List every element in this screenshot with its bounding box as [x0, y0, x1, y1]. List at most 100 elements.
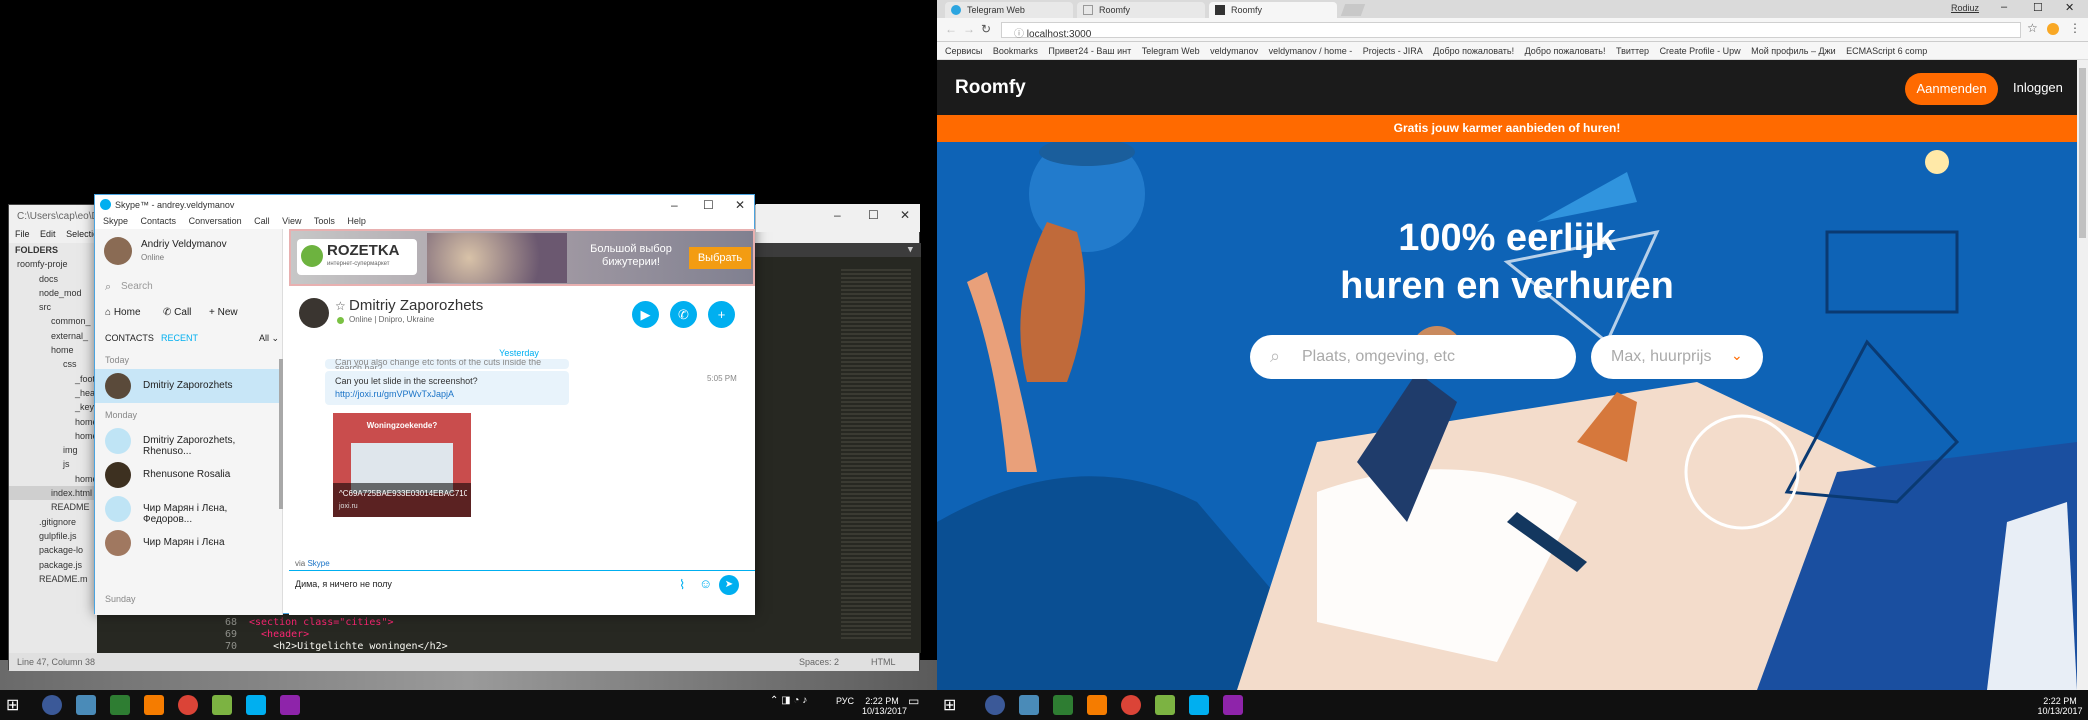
bookmark-item[interactable]: Твиттер: [1616, 46, 1649, 56]
emoji-icon[interactable]: ☺: [699, 576, 712, 591]
tree-item[interactable]: js: [9, 457, 97, 471]
new-tab-button[interactable]: [1340, 4, 1366, 16]
reload-icon[interactable]: ↻: [981, 22, 991, 36]
bookmark-item[interactable]: Telegram Web: [1142, 46, 1200, 56]
filter-all[interactable]: All ⌄: [259, 333, 279, 344]
tree-item[interactable]: node_mod: [9, 286, 97, 300]
location-search-input[interactable]: ⌕ Plaats, omgeving, etc: [1250, 335, 1576, 379]
minimap[interactable]: [841, 269, 911, 639]
forward-icon[interactable]: →: [963, 22, 975, 36]
tray-language[interactable]: РУС: [836, 696, 854, 706]
max-price-select[interactable]: Max, huurprijs ⌄: [1591, 335, 1763, 379]
search-input[interactable]: Search: [121, 277, 271, 297]
bookmark-item[interactable]: Добро пожаловать!: [1525, 46, 1606, 56]
tree-item[interactable]: docs: [9, 272, 97, 286]
tab-roomfy[interactable]: Roomfy: [1077, 2, 1205, 18]
profile-status[interactable]: Online: [141, 253, 164, 262]
message-link[interactable]: http://joxi.ru/gmVPWvTxJapjA: [335, 389, 559, 399]
tree-item[interactable]: css: [9, 357, 97, 371]
bookmark-item[interactable]: veldymanov / home -: [1269, 46, 1353, 56]
contact-item[interactable]: Чир Марян і Лєна, Федоров...: [95, 492, 279, 526]
status-language[interactable]: HTML: [871, 657, 896, 667]
menu-skype[interactable]: Skype: [103, 216, 128, 226]
audio-call-button[interactable]: ✆: [670, 301, 697, 328]
tree-item[interactable]: roomfy-proje: [9, 257, 97, 271]
app-icon[interactable]: [1019, 695, 1039, 715]
minimize-icon[interactable]: –: [834, 208, 841, 222]
tree-item[interactable]: .gitignore: [9, 515, 97, 529]
tree-item[interactable]: img: [9, 443, 97, 457]
contact-item[interactable]: Dmitriy Zaporozhets, Rhenuso...: [95, 424, 279, 458]
tree-item[interactable]: home: [9, 472, 97, 486]
tree-item[interactable]: external_: [9, 329, 97, 343]
tree-item[interactable]: package.js: [9, 558, 97, 572]
bookmark-item[interactable]: ECMAScript 6 comp: [1846, 46, 1927, 56]
profile-name[interactable]: Rodiuz: [1951, 3, 1979, 13]
tree-item[interactable]: home: [9, 415, 97, 429]
tree-item[interactable]: README.m: [9, 572, 97, 586]
tab-contacts[interactable]: CONTACTS: [105, 333, 154, 343]
avatar[interactable]: [104, 237, 132, 265]
menu-edit[interactable]: Edit: [40, 229, 56, 239]
menu-icon[interactable]: ⋮: [2069, 21, 2081, 35]
address-bar[interactable]: ⓘ localhost:3000: [1001, 22, 2021, 40]
app-icon[interactable]: [1155, 695, 1175, 715]
promo-banner[interactable]: Gratis jouw karmer aanbieden of huren!: [937, 115, 2077, 142]
login-link[interactable]: Inloggen: [2013, 80, 2063, 95]
status-spaces[interactable]: Spaces: 2: [799, 657, 839, 667]
send-button[interactable]: ➤: [719, 575, 739, 595]
tree-item[interactable]: home: [9, 343, 97, 357]
tree-item[interactable]: _keyf: [9, 400, 97, 414]
app-icon[interactable]: [212, 695, 232, 715]
app-icon[interactable]: [985, 695, 1005, 715]
maximize-icon[interactable]: ☐: [868, 208, 879, 222]
bookmark-item[interactable]: Привет24 - Ваш инт: [1048, 46, 1131, 56]
maximize-icon[interactable]: ☐: [703, 198, 714, 212]
menu-contacts[interactable]: Contacts: [141, 216, 177, 226]
add-contact-button[interactable]: +: [708, 301, 735, 328]
via-link[interactable]: Skype: [307, 559, 329, 568]
tab-telegram[interactable]: Telegram Web: [945, 2, 1073, 18]
tree-item[interactable]: home: [9, 429, 97, 443]
tree-item[interactable]: README: [9, 500, 97, 514]
sublime-icon[interactable]: [144, 695, 164, 715]
skype-icon[interactable]: [246, 695, 266, 715]
contact-item-selected[interactable]: Dmitriy Zaporozhets: [95, 369, 279, 403]
join-button[interactable]: Aanmenden: [1905, 73, 1998, 105]
maximize-icon[interactable]: ☐: [2033, 1, 2043, 14]
chrome-icon[interactable]: [1121, 695, 1141, 715]
app-icon[interactable]: [280, 695, 300, 715]
contact-item[interactable]: Чир Марян і Лєна: [95, 526, 279, 560]
bookmark-item[interactable]: veldymanov: [1210, 46, 1258, 56]
tree-item[interactable]: gulpfile.js: [9, 529, 97, 543]
menu-file[interactable]: File: [15, 229, 30, 239]
tree-item[interactable]: package-lo: [9, 543, 97, 557]
menu-help[interactable]: Help: [347, 216, 366, 226]
skype-icon[interactable]: [1189, 695, 1209, 715]
bookmark-star-icon[interactable]: ☆: [2027, 21, 2038, 35]
chrome-icon[interactable]: [178, 695, 198, 715]
close-icon[interactable]: ✕: [735, 198, 745, 212]
app-icon[interactable]: [1053, 695, 1073, 715]
menu-call[interactable]: Call: [254, 216, 270, 226]
close-icon[interactable]: ✕: [2065, 1, 2074, 14]
tree-item-selected[interactable]: index.html: [9, 486, 97, 501]
tab-recent[interactable]: RECENT: [161, 333, 198, 343]
tree-item[interactable]: common_: [9, 314, 97, 328]
notifications-icon[interactable]: ▭: [908, 695, 919, 707]
extension-icon[interactable]: [2047, 23, 2059, 35]
app-icon[interactable]: [76, 695, 96, 715]
tray-clock[interactable]: 2:22 PM 10/13/2017: [862, 696, 907, 716]
menu-conversation[interactable]: Conversation: [189, 216, 242, 226]
new-button[interactable]: + New: [209, 307, 238, 318]
message-input[interactable]: Дима, я ничего не полу: [295, 579, 655, 589]
app-icon[interactable]: [1223, 695, 1243, 715]
bookmark-item[interactable]: Сервисы: [945, 46, 982, 56]
tree-item[interactable]: _foot: [9, 372, 97, 386]
bookmark-item[interactable]: Bookmarks: [993, 46, 1038, 56]
bookmark-item[interactable]: Добро пожаловать!: [1433, 46, 1514, 56]
sublime-icon[interactable]: [1087, 695, 1107, 715]
windows-start-icon[interactable]: ⊞: [6, 695, 26, 715]
attach-icon[interactable]: ⌇: [679, 577, 685, 593]
tray-clock[interactable]: 2:22 PM 10/13/2017: [2037, 696, 2083, 716]
